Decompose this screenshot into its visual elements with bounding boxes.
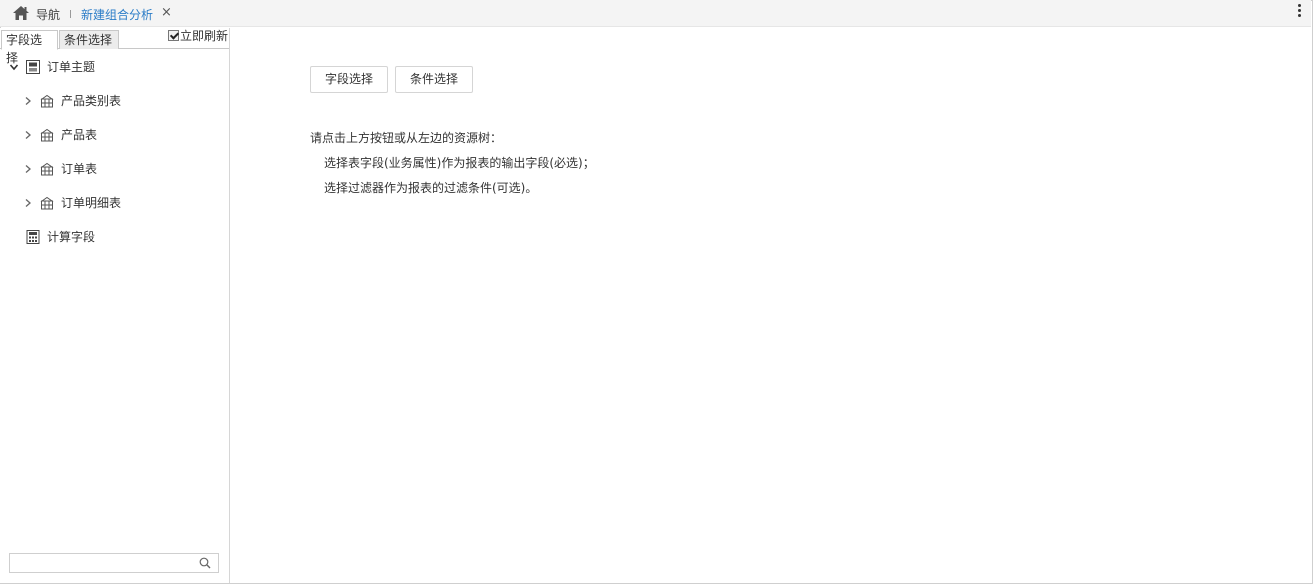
tree-node-label: 产品类别表 — [61, 94, 122, 108]
resource-panel: 字段选择 条件选择 立即刷新 订单主题 产品类别表 产品表 订单表 订单明细表 … — [0, 28, 230, 583]
tree-node-root[interactable]: 订单主题 — [0, 57, 229, 77]
table-icon — [40, 196, 54, 210]
auto-refresh-label: 立即刷新 — [180, 29, 229, 43]
calculator-icon — [26, 230, 40, 244]
auto-refresh-toggle[interactable]: 立即刷新 — [168, 28, 228, 46]
nav-tab[interactable]: 导航 — [36, 6, 60, 23]
tree-node-table[interactable]: 产品类别表 — [0, 91, 229, 111]
tree-node-label: 产品表 — [61, 128, 98, 142]
main-content: 字段选择 条件选择 请点击上方按钮或从左边的资源树： 选择表字段(业务属性)作为… — [231, 28, 1312, 583]
panel-tab-strip: 字段选择 条件选择 立即刷新 — [0, 28, 229, 65]
search-icon[interactable] — [199, 557, 211, 569]
tab-new-combined-analysis[interactable]: 新建组合分析 — [81, 6, 153, 23]
hint-line-filters: 选择过滤器作为报表的过滤条件(可选)。 — [324, 181, 538, 195]
tree-node-label: 订单表 — [61, 162, 98, 176]
tree-node-label: 订单主题 — [47, 60, 96, 74]
condition-select-button[interactable]: 条件选择 — [395, 66, 473, 93]
tree-node-label: 计算字段 — [47, 230, 96, 244]
more-menu-icon[interactable] — [1296, 4, 1302, 22]
tree-search-input[interactable] — [9, 553, 219, 573]
tab-separator — [70, 10, 71, 18]
auto-refresh-checkbox[interactable] — [168, 30, 179, 41]
chevron-right-icon[interactable] — [23, 164, 33, 174]
tree-node-calc-fields[interactable]: 计算字段 — [0, 227, 229, 247]
subject-icon — [26, 60, 40, 74]
tree-node-label: 订单明细表 — [61, 196, 122, 210]
close-tab-icon[interactable]: × — [161, 6, 172, 20]
tree-node-table[interactable]: 产品表 — [0, 125, 229, 145]
chevron-down-icon[interactable] — [9, 62, 19, 72]
tree-node-table[interactable]: 订单明细表 — [0, 193, 229, 213]
table-icon — [40, 162, 54, 176]
hint-line-intro: 请点击上方按钮或从左边的资源树： — [310, 131, 503, 145]
home-icon[interactable] — [12, 5, 30, 21]
tab-field-select[interactable]: 字段选择 — [1, 30, 58, 65]
chevron-right-icon[interactable] — [23, 130, 33, 140]
tree-node-table[interactable]: 订单表 — [0, 159, 229, 179]
top-tab-bar: 导航 新建组合分析 × — [0, 0, 1311, 27]
table-icon — [40, 128, 54, 142]
tab-condition-select[interactable]: 条件选择 — [59, 30, 119, 49]
chevron-right-icon[interactable] — [23, 96, 33, 106]
hint-line-fields: 选择表字段(业务属性)作为报表的输出字段(必选)； — [324, 156, 595, 170]
field-select-button[interactable]: 字段选择 — [310, 66, 388, 93]
chevron-right-icon[interactable] — [23, 198, 33, 208]
table-icon — [40, 94, 54, 108]
